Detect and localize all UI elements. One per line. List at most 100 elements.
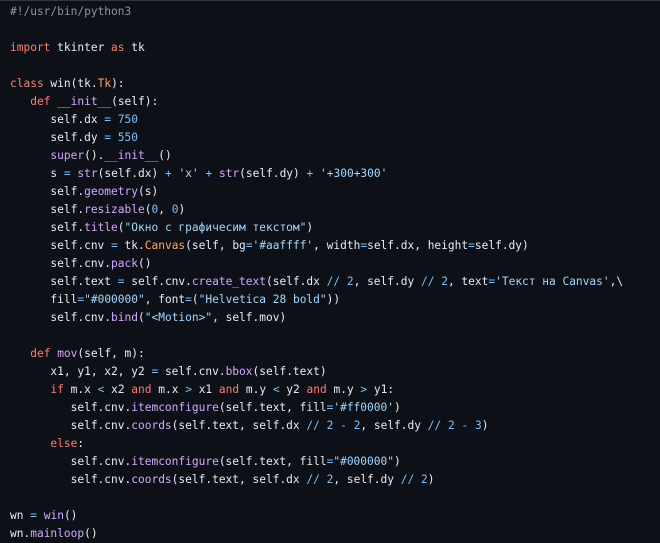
code-token: , [158, 203, 172, 216]
code-token: self. [10, 221, 85, 234]
code-token: 550 [117, 131, 139, 144]
code-line: self.resizable(0, 0) [10, 201, 660, 219]
code-line: import tkinter as tk [10, 39, 660, 57]
code-token: = [63, 167, 71, 180]
code-line: wn.mainloop() [10, 525, 660, 543]
code-token: s [10, 167, 64, 180]
code-token: = [245, 239, 253, 252]
code-token: class [10, 77, 44, 90]
code-token: = [30, 509, 37, 522]
code-line: self.cnv = tk.Canvas(self, bg='#aaffff',… [10, 237, 660, 255]
code-token: (self, bg [185, 239, 246, 252]
code-line: fill="#000000", font=("Helvetica 28 bold… [10, 291, 660, 309]
code-token: "Helvetica 28 bold" [198, 293, 327, 306]
code-token: , font [144, 293, 186, 306]
code-token: = [185, 293, 192, 306]
code-token: "#000000" [84, 293, 145, 306]
code-token: self.cnv. [10, 311, 112, 324]
code-token: , self.dy [353, 275, 421, 288]
code-token: title [84, 221, 118, 234]
code-token: Tk [97, 77, 112, 90]
code-token: 750 [117, 113, 139, 126]
code-editor[interactable]: #!/usr/bin/python3 ​ import tkinter as tk ​… [0, 0, 660, 541]
code-token: pack [111, 257, 138, 270]
code-token: as [111, 41, 125, 54]
code-token: m.y [239, 383, 273, 396]
code-token: 3 [474, 419, 482, 432]
code-token: // [306, 419, 320, 432]
code-token: "Окно с графичесим текстом" [124, 221, 307, 234]
code-token: #!/usr/bin/python3 [10, 5, 132, 18]
code-token: self.cnv. [124, 275, 192, 288]
code-token: ,\ [609, 275, 624, 288]
code-token: self.cnv. [10, 401, 132, 414]
code-token: win(tk. [43, 77, 98, 90]
code-token: and [131, 383, 152, 396]
code-token: resizable [84, 203, 145, 216]
code-line: self.text = self.cnv.create_text(self.dx… [10, 273, 660, 291]
code-line: self.dx = 750 [10, 111, 660, 129]
code-token: create_text [191, 275, 266, 288]
code-token: (s) [137, 185, 159, 198]
code-token: m.x [151, 383, 186, 396]
code-token: : [77, 437, 85, 450]
code-token: self.cnv. [10, 419, 132, 432]
code-token: 'Текст на Canvas' [495, 275, 610, 288]
code-token: + [164, 167, 172, 180]
code-token: itemconfigure [131, 401, 219, 414]
code-token: '+300+300' [320, 167, 388, 180]
code-line: #!/usr/bin/python3 [10, 3, 660, 21]
code-token: self.dy [10, 131, 105, 144]
code-token: wn [10, 509, 31, 522]
code-token: __init__ [104, 149, 159, 162]
code-token: ) [393, 455, 401, 468]
code-token: x2 [104, 383, 132, 396]
code-token: tk [124, 41, 145, 54]
code-token: () [138, 257, 152, 270]
code-token: () [84, 527, 98, 540]
code-token: , self.dy [360, 419, 428, 432]
code-token: < [272, 383, 280, 396]
code-token: // [427, 419, 442, 432]
code-line: ​ [10, 489, 660, 507]
code-token: self.cnv. [158, 365, 226, 378]
code-token: , self.mov) [212, 311, 287, 324]
code-token: Canvas [144, 239, 186, 252]
code-token: = [117, 275, 125, 288]
code-token: self.cnv. [10, 257, 112, 270]
code-line: wn = win() [10, 507, 660, 525]
code-token: m.x [63, 383, 98, 396]
code-token: wn. [10, 527, 31, 540]
code-line: self.cnv.coords(self.text, self.dx // 2,… [10, 471, 660, 489]
code-line: ​ [10, 327, 660, 345]
code-token: // [306, 473, 320, 486]
code-token: '#ff0000' [333, 401, 394, 414]
code-token: , text [447, 275, 489, 288]
code-token: y2 [279, 383, 307, 396]
code-token: (self.dx [265, 275, 327, 288]
code-token: ) [306, 221, 314, 234]
code-token: mainloop [30, 527, 85, 540]
code-token: > [185, 383, 192, 396]
code-token: // [400, 473, 415, 486]
code-token: str [218, 167, 240, 180]
code-line: self.cnv.coords(self.text, self.dx // 2 … [10, 417, 660, 435]
code-token: (self): [111, 95, 159, 108]
code-token: ) [427, 473, 435, 486]
code-token: ) [393, 401, 401, 414]
code-token: self.dx [10, 113, 105, 126]
code-token: ): [111, 77, 125, 90]
code-line: self.cnv.itemconfigure(self.text, fill="… [10, 453, 660, 471]
code-token: // [326, 275, 341, 288]
code-token: 2 [447, 419, 455, 432]
code-token: self.cnv [10, 239, 112, 252]
code-token: self. [10, 203, 85, 216]
code-line: class win(tk.Tk): [10, 75, 660, 93]
